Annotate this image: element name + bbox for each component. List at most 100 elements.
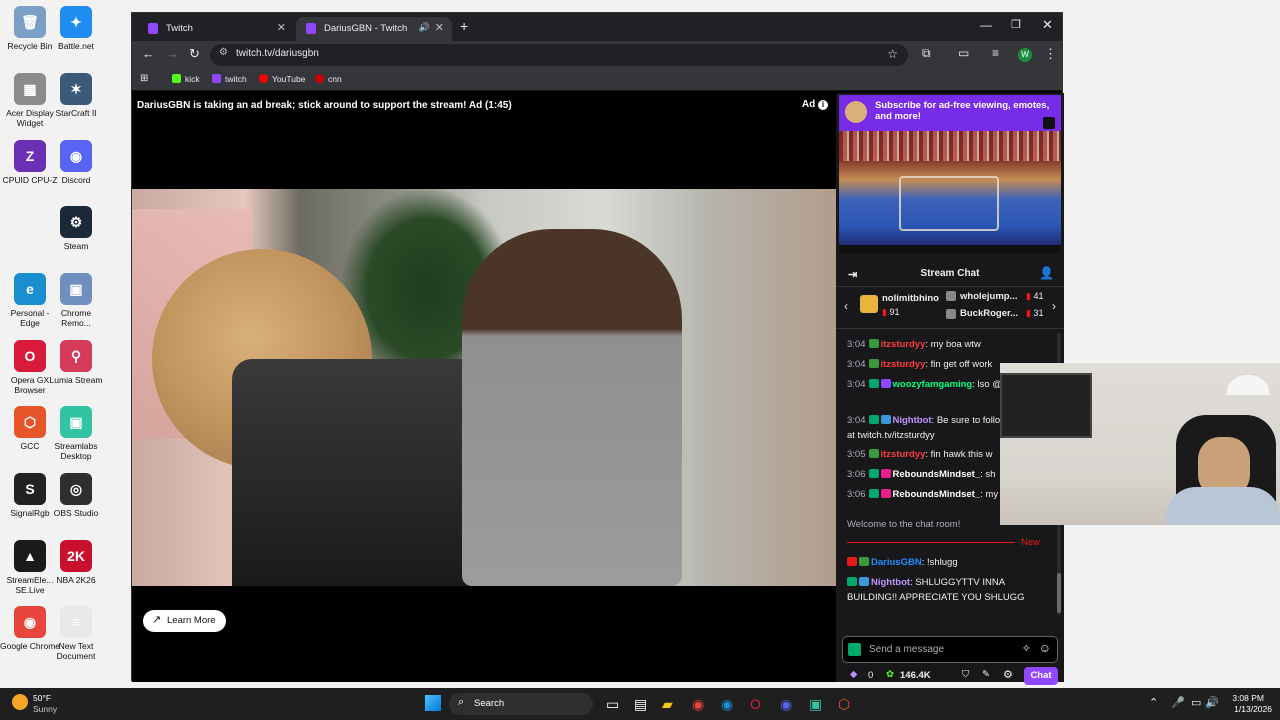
- forward-icon[interactable]: →: [166, 46, 179, 61]
- weather-desc[interactable]: Sunny: [33, 704, 57, 714]
- sub-badge-icon: [880, 489, 891, 498]
- chat-username[interactable]: ReboundsMindset_: [893, 489, 981, 500]
- gifter-name[interactable]: wholejump...: [960, 291, 1018, 302]
- widgets-icon[interactable]: ▤: [634, 696, 647, 713]
- desktop-icon[interactable]: ✦ Battle.net: [46, 6, 106, 51]
- pencil-icon[interactable]: ✎: [982, 669, 990, 680]
- chevron-left-icon[interactable]: ‹: [844, 299, 848, 313]
- search-box[interactable]: ⌕ Search: [449, 693, 593, 715]
- close-tab-icon[interactable]: ✕: [277, 21, 286, 34]
- chat-username[interactable]: DariusGBN: [871, 557, 922, 568]
- desktop-icon[interactable]: ⚲ Lumia Stream: [46, 340, 106, 385]
- volume-icon[interactable]: 🔊: [1205, 696, 1219, 709]
- discord-icon[interactable]: ◉: [780, 696, 792, 713]
- tab-twitch[interactable]: Twitch ✕: [138, 17, 294, 41]
- settings-gear-icon[interactable]: ⚙: [1003, 668, 1013, 681]
- emote-picker-icon[interactable]: ☺: [1039, 641, 1051, 655]
- clock-time[interactable]: 3:08 PM: [1224, 693, 1264, 703]
- maximize-icon[interactable]: ❐: [1011, 18, 1021, 31]
- badge-picker-icon[interactable]: [848, 643, 861, 656]
- subscribe-promo[interactable]: Subscribe for ad-free viewing, emotes, a…: [839, 95, 1061, 131]
- apps-icon[interactable]: ⊞: [140, 73, 148, 84]
- cast-icon[interactable]: ▭: [958, 46, 969, 60]
- shield-icon[interactable]: ⛉: [962, 669, 969, 680]
- stream-preview[interactable]: [839, 131, 1061, 253]
- desktop-icon[interactable]: 2K NBA 2K26: [46, 540, 106, 585]
- start-windows-icon[interactable]: [425, 695, 441, 711]
- reload-icon[interactable]: ↻: [189, 46, 200, 62]
- desktop-icon[interactable]: ◉ Discord: [46, 140, 106, 185]
- chat-username[interactable]: woozyfamgaming: [893, 379, 973, 390]
- file-explorer-icon[interactable]: ▰: [662, 696, 673, 713]
- new-tab-button[interactable]: +: [460, 18, 468, 34]
- desktop-icon[interactable]: ◎ OBS Studio: [46, 473, 106, 518]
- chrome-icon[interactable]: ◉: [692, 696, 704, 713]
- desktop-icon[interactable]: ≡ New Text Document: [46, 606, 106, 661]
- menu-icon[interactable]: ⋮: [1044, 46, 1057, 62]
- task-view-icon[interactable]: ▭: [606, 696, 619, 713]
- weather-temp[interactable]: 50°F: [33, 693, 51, 703]
- learn-more-button[interactable]: ↗ Learn More: [143, 610, 226, 632]
- info-icon[interactable]: i: [818, 100, 828, 110]
- media-icon[interactable]: ≡: [992, 46, 999, 60]
- bookmark-twitch[interactable]: twitch: [212, 74, 247, 84]
- chat-message: DariusGBN: !shlugg: [847, 555, 1055, 570]
- new-divider: [847, 542, 1015, 543]
- ad-video-frame[interactable]: [132, 189, 836, 586]
- desktop-icon[interactable]: ▣ Chrome Remo...: [46, 273, 106, 328]
- sub-badge-icon: [880, 379, 891, 388]
- chat-username[interactable]: itzsturdyy: [881, 359, 926, 370]
- app-icon: O: [14, 340, 46, 372]
- bookmark-star-icon[interactable]: ☆: [887, 47, 898, 61]
- users-icon[interactable]: 👤: [1039, 266, 1054, 280]
- chat-send-button[interactable]: Chat: [1024, 667, 1058, 685]
- weather-icon[interactable]: [12, 694, 28, 710]
- desktop-icon[interactable]: ⚙ Steam: [46, 206, 106, 251]
- desktop-icon[interactable]: ✶ StarCraft II: [46, 73, 106, 118]
- chat-username[interactable]: itzsturdyy: [881, 339, 926, 350]
- speaker-icon[interactable]: 🔊: [419, 22, 430, 33]
- opera-gx-icon[interactable]: O: [750, 696, 761, 712]
- bookmark-youtube[interactable]: YouTube: [259, 74, 305, 84]
- desktop-icon[interactable]: ▣ Streamlabs Desktop: [46, 406, 106, 461]
- microphone-icon[interactable]: 🎤: [1171, 696, 1185, 709]
- bookmark-kick[interactable]: kick: [172, 74, 200, 84]
- tab-dariusgbn[interactable]: DariusGBN - Twitch 🔊 ✕: [296, 17, 452, 41]
- close-tab-icon[interactable]: ✕: [435, 21, 444, 34]
- chat-username[interactable]: ReboundsMindset_: [893, 469, 981, 480]
- network-icon[interactable]: ▭: [1191, 696, 1201, 709]
- extensions-icon[interactable]: ⧉: [922, 46, 931, 61]
- bits-icon[interactable]: ◆: [850, 669, 857, 680]
- video-player[interactable]: DariusGBN is taking an ad break; stick a…: [132, 93, 836, 682]
- app-icon: ▣: [60, 406, 92, 438]
- site-info-icon[interactable]: ⚙: [219, 47, 228, 58]
- gcc-icon[interactable]: ⬡: [838, 696, 850, 713]
- bookmarks-bar: ⊞ kick twitch YouTube cnn: [132, 69, 1062, 91]
- tray-overflow-icon[interactable]: ⌃: [1149, 696, 1158, 709]
- chat-input[interactable]: Send a message ✧ ☺: [842, 636, 1058, 663]
- edge-icon[interactable]: ◉: [721, 696, 733, 713]
- kick-icon: [172, 74, 181, 83]
- minimize-icon[interactable]: —: [980, 18, 992, 32]
- bits-cheer-icon[interactable]: ✧: [1022, 642, 1031, 655]
- chat-username[interactable]: Nightbot: [871, 577, 910, 588]
- gifter-name[interactable]: BuckRoger...: [960, 308, 1018, 319]
- address-bar[interactable]: ⚙ twitch.tv/dariusgbn ☆: [210, 44, 908, 66]
- tab-title: Twitch: [166, 23, 193, 34]
- sub-badge-icon: [868, 449, 879, 458]
- streamlabs-icon[interactable]: ▣: [809, 696, 822, 713]
- channel-points-icon[interactable]: ✿: [886, 669, 894, 680]
- back-icon[interactable]: ←: [142, 46, 155, 61]
- collapse-icon[interactable]: ⇥: [848, 268, 857, 281]
- profile-avatar[interactable]: W: [1018, 48, 1032, 62]
- gifter-name[interactable]: nolimitbhino: [882, 293, 939, 304]
- chat-username[interactable]: Nightbot: [893, 415, 932, 426]
- clock-date[interactable]: 1/13/2026: [1224, 704, 1272, 714]
- chevron-right-icon[interactable]: ›: [1052, 299, 1056, 313]
- chat-username[interactable]: itzsturdyy: [881, 449, 926, 460]
- close-window-icon[interactable]: ✕: [1042, 17, 1053, 33]
- scrollbar-thumb[interactable]: [1057, 573, 1061, 613]
- vip-badge-icon: [868, 489, 879, 498]
- gift-count-icon: ▮: [882, 307, 887, 317]
- bookmark-cnn[interactable]: cnn: [315, 74, 342, 84]
